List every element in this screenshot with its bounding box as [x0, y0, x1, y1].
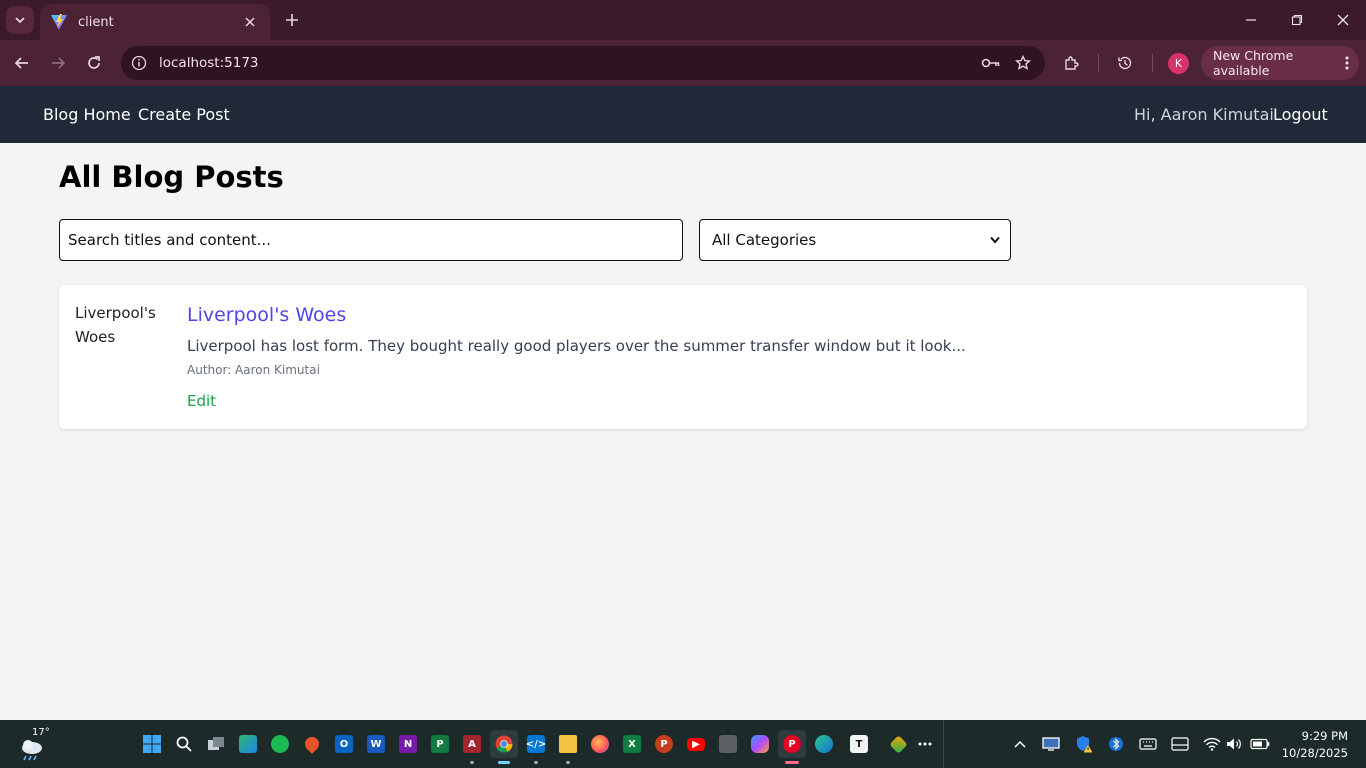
typora-icon[interactable]: T	[845, 730, 873, 758]
toolbar-divider	[1098, 54, 1099, 72]
post-image-alt-text: Liverpool's Woes	[75, 304, 156, 346]
post-image-broken: Liverpool's Woes	[75, 301, 175, 349]
nav-blog-home-link[interactable]: Blog Home	[43, 105, 131, 125]
chevron-down-icon	[990, 236, 1000, 244]
clock-time[interactable]: 9:29 PM	[1286, 729, 1348, 743]
excel-icon[interactable]: X	[618, 730, 646, 758]
file-explorer-icon[interactable]	[554, 730, 582, 764]
word-icon[interactable]: W	[362, 730, 390, 758]
tray-chevron-up-icon[interactable]	[1010, 734, 1030, 754]
search-icon[interactable]	[170, 730, 198, 758]
project-icon[interactable]: P	[426, 730, 454, 758]
maps-pin-icon[interactable]	[298, 730, 326, 758]
minimize-icon[interactable]	[1228, 0, 1274, 40]
powerpoint-icon[interactable]: P	[650, 730, 678, 758]
battery-icon[interactable]	[1250, 734, 1270, 754]
task-view-icon[interactable]	[202, 730, 230, 758]
spotify-icon[interactable]	[266, 730, 294, 758]
tab-close-icon[interactable]	[240, 12, 260, 32]
forward-arrow-icon[interactable]	[44, 49, 72, 77]
volume-icon[interactable]	[1224, 734, 1244, 754]
more-apps-ellipsis-icon[interactable]	[911, 730, 939, 758]
start-windows-icon[interactable]	[138, 730, 166, 758]
app-navbar: Blog Home Create Post Hi, Aaron Kimutai …	[0, 86, 1366, 143]
edge-icon[interactable]	[810, 730, 838, 758]
browser-toolbar: localhost:5173 K New Chrome available	[0, 40, 1366, 86]
window-close-icon[interactable]	[1320, 0, 1366, 40]
post-title-link[interactable]: Liverpool's Woes	[187, 304, 346, 326]
address-bar[interactable]: localhost:5173	[121, 46, 1045, 80]
tab-title: client	[78, 14, 114, 30]
display-tray-icon[interactable]	[1041, 734, 1061, 754]
back-arrow-icon[interactable]	[8, 49, 36, 77]
pinterest-icon[interactable]: P	[778, 730, 806, 764]
search-input[interactable]	[59, 219, 683, 261]
user-greeting: Hi, Aaron Kimutai	[1134, 105, 1274, 124]
access-icon[interactable]: A	[458, 730, 486, 764]
tab-search-button[interactable]	[6, 6, 34, 34]
page-title: All Blog Posts	[59, 160, 284, 194]
history-icon[interactable]	[1111, 49, 1139, 77]
onenote-icon[interactable]: N	[394, 730, 422, 758]
running-indicator	[470, 761, 474, 764]
site-info-icon[interactable]	[131, 55, 147, 71]
vscode-icon[interactable]: </>	[522, 730, 550, 764]
firefox-icon[interactable]	[586, 730, 614, 758]
app-shield-icon[interactable]	[714, 730, 742, 758]
new-tab-plus-icon[interactable]	[280, 8, 304, 32]
post-author: Author: Aaron Kimutai	[187, 363, 320, 377]
outlook-icon[interactable]: O	[330, 730, 358, 758]
clock-date[interactable]: 10/28/2025	[1280, 746, 1348, 760]
chrome-update-button[interactable]: New Chrome available	[1201, 46, 1359, 80]
bookmark-star-icon[interactable]	[1007, 47, 1039, 79]
youtube-icon[interactable]: ▶	[682, 730, 710, 758]
address-url[interactable]: localhost:5173	[159, 55, 975, 71]
post-card: Liverpool's Woes Liverpool's Woes Liverp…	[59, 285, 1307, 429]
photos-app-icon[interactable]	[234, 730, 262, 758]
vite-logo-icon	[50, 13, 68, 31]
running-indicator	[534, 761, 538, 764]
chrome-update-label: New Chrome available	[1213, 48, 1294, 78]
taskbar-divider	[943, 720, 944, 768]
weather-temperature: 17°	[32, 727, 50, 738]
toolbar-divider	[1152, 54, 1153, 72]
chevron-down-icon	[15, 17, 25, 24]
reload-icon[interactable]	[80, 49, 108, 77]
security-warning-icon[interactable]	[1074, 734, 1094, 754]
profile-avatar[interactable]: K	[1168, 53, 1189, 74]
password-key-icon[interactable]	[975, 47, 1007, 79]
restore-icon[interactable]	[1274, 0, 1320, 40]
post-excerpt: Liverpool has lost form. They bought rea…	[187, 337, 966, 355]
browser-tab[interactable]: client	[40, 4, 270, 40]
nav-create-post-link[interactable]: Create Post	[138, 105, 230, 125]
git-tool-icon[interactable]	[884, 730, 912, 758]
kebab-menu-icon[interactable]	[1335, 51, 1359, 75]
category-select[interactable]: All Categories	[699, 219, 1011, 261]
cloud-rain-icon	[22, 740, 42, 761]
active-indicator	[785, 761, 799, 764]
wifi-icon[interactable]	[1202, 734, 1222, 754]
keyboard-icon[interactable]	[1138, 734, 1158, 754]
windows-taskbar: 17° O W N P A </> X P ▶ P T 9:29 PM 10/2…	[0, 720, 1366, 768]
browser-tab-strip: client	[0, 0, 1366, 40]
tablet-mode-icon[interactable]	[1170, 734, 1190, 754]
bluetooth-icon[interactable]	[1106, 734, 1126, 754]
category-selected-value: All Categories	[712, 231, 817, 249]
logout-link[interactable]: Logout	[1273, 105, 1328, 125]
chrome-icon[interactable]	[490, 730, 518, 764]
copilot-icon[interactable]	[746, 730, 774, 758]
post-edit-link[interactable]: Edit	[187, 392, 216, 410]
running-indicator	[566, 761, 570, 764]
extensions-puzzle-icon[interactable]	[1057, 49, 1085, 77]
active-indicator	[498, 761, 510, 764]
